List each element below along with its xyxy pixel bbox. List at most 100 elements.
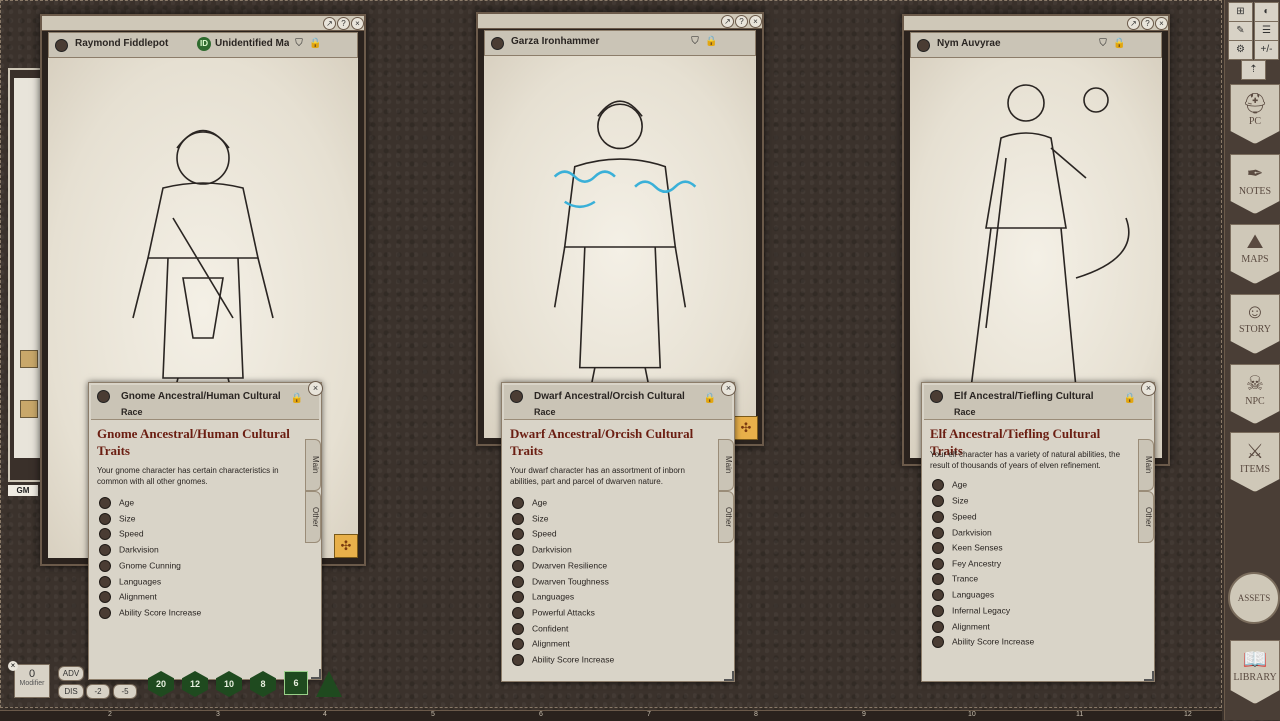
trait-link-icon[interactable]: [99, 544, 111, 556]
trait-item[interactable]: Speed: [99, 528, 144, 542]
trait-item[interactable]: Fey Ancestry: [932, 558, 1001, 572]
tab-main[interactable]: Main: [305, 439, 321, 491]
trait-link-icon[interactable]: [932, 527, 944, 539]
trait-link-icon[interactable]: [512, 560, 524, 572]
pin-icon[interactable]: ↗: [721, 15, 734, 28]
trait-link-icon[interactable]: [512, 528, 524, 540]
record-link-icon[interactable]: [510, 390, 523, 403]
lighting-tool-icon[interactable]: ◐: [1254, 2, 1279, 22]
resize-handle[interactable]: [311, 669, 321, 679]
share-icon[interactable]: ⛉: [293, 38, 305, 50]
close-icon[interactable]: ×: [351, 17, 364, 30]
trait-item[interactable]: Ability Score Increase: [99, 607, 201, 621]
sidebar-button-items[interactable]: ⚔ ITEMS: [1230, 432, 1280, 492]
trait-item[interactable]: Dwarven Resilience: [512, 560, 607, 574]
tab-other[interactable]: Other: [305, 491, 321, 543]
grid-tool-icon[interactable]: ⊞: [1228, 2, 1253, 22]
trait-link-icon[interactable]: [512, 497, 524, 509]
assets-button[interactable]: ASSETS: [1228, 572, 1280, 624]
tab-other[interactable]: Other: [718, 491, 734, 543]
trait-item[interactable]: Size: [932, 495, 969, 509]
trait-link-icon[interactable]: [99, 528, 111, 540]
ordinal-icon[interactable]: ✣: [334, 534, 358, 558]
trait-item[interactable]: Languages: [99, 576, 161, 590]
sidebar-button-pc[interactable]: ⛑ PC: [1230, 84, 1280, 144]
trait-link-icon[interactable]: [512, 544, 524, 556]
window-titlebar[interactable]: ↗ ? ×: [478, 14, 762, 29]
character-name[interactable]: Raymond Fiddlepot: [75, 38, 168, 49]
trait-item[interactable]: Darkvision: [932, 527, 992, 541]
mask-tool-icon[interactable]: ✎: [1228, 21, 1253, 41]
close-icon[interactable]: ×: [749, 15, 762, 28]
trait-item[interactable]: Darkvision: [99, 544, 159, 558]
trait-link-icon[interactable]: [99, 591, 111, 603]
character-name[interactable]: Garza Ironhammer: [511, 36, 599, 47]
trait-item[interactable]: Age: [932, 479, 967, 493]
race-header[interactable]: Dwarf Ancestral/Orcish Cultural Race 🔒: [504, 385, 732, 420]
tab-main[interactable]: Main: [1138, 439, 1154, 491]
trait-link-icon[interactable]: [932, 636, 944, 648]
race-header[interactable]: Gnome Ancestral/Human Cultural Race 🔒: [91, 385, 319, 420]
trait-item[interactable]: Keen Senses: [932, 542, 1003, 556]
trait-item[interactable]: Ability Score Increase: [932, 636, 1034, 650]
race-window-dwarf[interactable]: Dwarf Ancestral/Orcish Cultural Race 🔒 ×…: [501, 381, 736, 682]
trait-link-icon[interactable]: [512, 638, 524, 650]
token-chip[interactable]: [20, 350, 38, 368]
trait-item[interactable]: Ability Score Increase: [512, 654, 614, 668]
close-icon[interactable]: ×: [1155, 17, 1168, 30]
trait-link-icon[interactable]: [512, 654, 524, 666]
record-link-icon[interactable]: [97, 390, 110, 403]
trait-link-icon[interactable]: [932, 558, 944, 570]
trait-item[interactable]: Darkvision: [512, 544, 572, 558]
character-sheet-garza[interactable]: ↗ ? × Garza Ironhammer ⛉ 🔒 ✣: [476, 12, 764, 446]
trait-link-icon[interactable]: [932, 542, 944, 554]
trait-link-icon[interactable]: [932, 621, 944, 633]
pin-icon[interactable]: ↗: [1127, 17, 1140, 30]
sidebar-button-npc[interactable]: ☠ NPC: [1230, 364, 1280, 424]
token-chip[interactable]: [20, 400, 38, 418]
help-icon[interactable]: ?: [735, 15, 748, 28]
sidebar-button-maps[interactable]: ⛰ MAPS: [1230, 224, 1280, 284]
trait-item[interactable]: Dwarven Toughness: [512, 576, 609, 590]
trait-link-icon[interactable]: [99, 576, 111, 588]
close-icon[interactable]: ×: [1141, 381, 1156, 396]
settings-icon[interactable]: ⚙: [1228, 40, 1253, 60]
lock-icon[interactable]: 🔒: [1124, 393, 1136, 404]
trait-link-icon[interactable]: [932, 605, 944, 617]
trait-item[interactable]: Speed: [932, 511, 977, 525]
pointer-tool-icon[interactable]: ⇡: [1241, 60, 1266, 80]
window-titlebar[interactable]: ↗ ? ×: [42, 16, 364, 31]
trait-link-icon[interactable]: [99, 560, 111, 572]
lock-icon[interactable]: 🔒: [1113, 38, 1125, 50]
trait-item[interactable]: Size: [512, 513, 549, 527]
trait-item[interactable]: Age: [512, 497, 547, 511]
trait-item[interactable]: Confident: [512, 623, 568, 637]
close-icon[interactable]: ×: [8, 661, 18, 671]
help-icon[interactable]: ?: [337, 17, 350, 30]
trait-item[interactable]: Alignment: [512, 638, 570, 652]
trait-link-icon[interactable]: [932, 511, 944, 523]
lock-icon[interactable]: 🔒: [309, 38, 321, 50]
character-link-icon[interactable]: [917, 39, 930, 52]
adv-button[interactable]: ADV: [58, 666, 84, 681]
sidebar-button-notes[interactable]: ✒ NOTES: [1230, 154, 1280, 214]
resize-handle[interactable]: [1144, 671, 1154, 681]
trait-item[interactable]: Infernal Legacy: [932, 605, 1010, 619]
character-link-icon[interactable]: [55, 39, 68, 52]
trait-item[interactable]: Languages: [512, 591, 574, 605]
ordinal-icon[interactable]: ✣: [734, 416, 758, 440]
trait-link-icon[interactable]: [932, 573, 944, 585]
token-tool-icon[interactable]: ☰: [1254, 21, 1279, 41]
tab-other[interactable]: Other: [1138, 491, 1154, 543]
modifier-box[interactable]: 0 Modifier: [14, 664, 50, 698]
trait-link-icon[interactable]: [932, 479, 944, 491]
identified-icon[interactable]: ID: [197, 37, 211, 51]
sidebar-button-library[interactable]: 📖 LIBRARY: [1230, 640, 1280, 704]
zoom-tool-icon[interactable]: +/-: [1254, 40, 1279, 60]
share-icon[interactable]: ⛉: [1097, 38, 1109, 50]
trait-link-icon[interactable]: [512, 607, 524, 619]
lock-icon[interactable]: 🔒: [704, 393, 716, 404]
character-link-icon[interactable]: [491, 37, 504, 50]
trait-item[interactable]: Alignment: [99, 591, 157, 605]
tab-main[interactable]: Main: [718, 439, 734, 491]
